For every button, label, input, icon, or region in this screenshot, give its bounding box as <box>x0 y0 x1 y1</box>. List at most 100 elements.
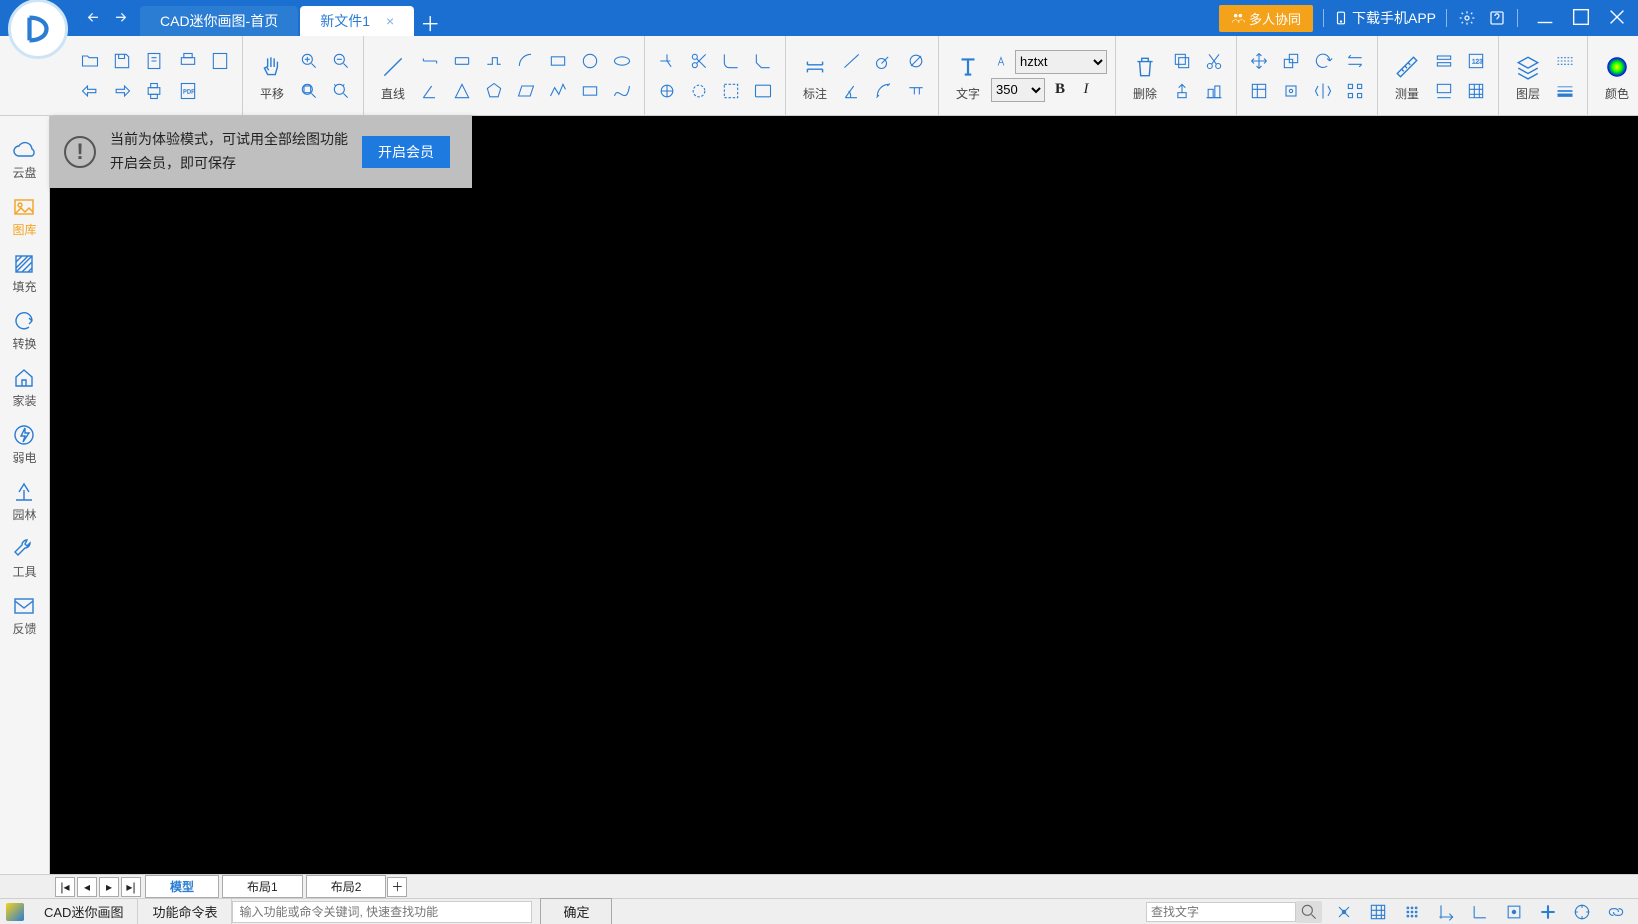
ortho-icon[interactable] <box>1434 900 1458 924</box>
sidebar-item-hatch[interactable]: 填充 <box>12 252 36 295</box>
pentagon-icon[interactable] <box>480 77 508 105</box>
parallelogram-icon[interactable] <box>512 77 540 105</box>
polyline-icon[interactable] <box>544 77 572 105</box>
lineweight-icon[interactable] <box>1551 77 1579 105</box>
sidebar-item-power[interactable]: 弱电 <box>12 423 36 466</box>
dim-angular-icon[interactable] <box>838 77 866 105</box>
command-input[interactable] <box>232 901 532 923</box>
rect2-icon[interactable] <box>576 77 604 105</box>
text-button[interactable]: 文字 <box>947 49 989 102</box>
sidebar-item-tools[interactable]: 工具 <box>12 537 36 580</box>
new-tab-button[interactable]: ＋ <box>416 8 444 36</box>
sidebar-item-gallery[interactable]: 图库 <box>12 195 36 238</box>
bold-button[interactable]: B <box>1049 79 1071 101</box>
export-icon[interactable] <box>108 77 136 105</box>
pdf-icon[interactable]: PDF <box>174 77 202 105</box>
target-icon[interactable] <box>1570 900 1594 924</box>
scissors-icon[interactable] <box>685 47 713 75</box>
download-app-link[interactable]: 下载手机APP <box>1334 8 1436 28</box>
circle-icon[interactable] <box>576 47 604 75</box>
tab-home[interactable]: CAD迷你画图-首页 <box>140 6 298 36</box>
sidebar-item-cloud[interactable]: 云盘 <box>12 138 36 181</box>
block-icon[interactable] <box>1245 77 1273 105</box>
rotate-icon[interactable] <box>1309 47 1337 75</box>
align-icon[interactable] <box>1200 77 1228 105</box>
chamfer-icon[interactable] <box>749 47 777 75</box>
offset2-icon[interactable] <box>1341 47 1369 75</box>
zoom-in-icon[interactable] <box>295 47 323 75</box>
layout-add-icon[interactable]: ＋ <box>387 877 407 897</box>
settings-icon[interactable] <box>1457 8 1477 28</box>
perp-icon[interactable] <box>1468 900 1492 924</box>
layout-next-icon[interactable]: ▸ <box>99 877 119 897</box>
dim-continue-icon[interactable] <box>902 77 930 105</box>
array-icon[interactable] <box>1341 77 1369 105</box>
layout-tab-2[interactable]: 布局2 <box>306 875 387 898</box>
sidebar-item-garden[interactable]: 园林 <box>12 480 36 523</box>
maximize-icon[interactable] <box>1570 6 1592 31</box>
delete-button[interactable]: 删除 <box>1124 49 1166 102</box>
collab-button[interactable]: 多人协同 <box>1219 5 1313 32</box>
table-icon[interactable] <box>1462 77 1490 105</box>
cut-icon[interactable] <box>1200 47 1228 75</box>
coord-icon[interactable]: 123 <box>1462 47 1490 75</box>
layout-last-icon[interactable]: ▸| <box>121 877 141 897</box>
line-button[interactable]: 直线 <box>372 49 414 102</box>
jpg-icon[interactable] <box>206 47 234 75</box>
color-button[interactable]: 颜色 <box>1596 49 1638 102</box>
redo-icon[interactable] <box>110 8 130 28</box>
tab-newfile[interactable]: 新文件1× <box>300 6 414 36</box>
layout-tab-1[interactable]: 布局1 <box>222 875 303 898</box>
print2-icon[interactable] <box>174 47 202 75</box>
minimize-icon[interactable] <box>1534 6 1556 31</box>
layout-prev-icon[interactable]: ◂ <box>77 877 97 897</box>
fillet-icon[interactable] <box>717 47 745 75</box>
spline-icon[interactable] <box>608 77 636 105</box>
import-icon[interactable] <box>76 77 104 105</box>
search-icon[interactable] <box>1296 901 1322 923</box>
circle-edit2-icon[interactable] <box>685 77 713 105</box>
help-icon[interactable] <box>1487 8 1507 28</box>
scale-icon[interactable] <box>1277 47 1305 75</box>
measure-button[interactable]: 测量 <box>1386 49 1428 102</box>
dim-linear-icon[interactable] <box>838 47 866 75</box>
dim-diameter-icon[interactable] <box>902 47 930 75</box>
sidebar-item-convert[interactable]: 转换 <box>12 309 36 352</box>
grid-icon[interactable] <box>1366 900 1390 924</box>
select-rect-icon[interactable] <box>717 77 745 105</box>
zoom-window-icon[interactable] <box>295 77 323 105</box>
trim-icon[interactable] <box>653 47 681 75</box>
new-icon[interactable] <box>140 47 168 75</box>
pick-icon[interactable] <box>1168 77 1196 105</box>
zoom-out-icon[interactable] <box>327 47 355 75</box>
triangle-icon[interactable] <box>448 77 476 105</box>
circle-edit-icon[interactable] <box>653 77 681 105</box>
drawing-canvas[interactable]: ! 当前为体验模式，可试用全部绘图功能 开启会员，即可保存 开启会员 <box>50 116 1638 874</box>
find-text-input[interactable] <box>1146 902 1296 922</box>
copy-icon[interactable] <box>1168 47 1196 75</box>
font-prefix-icon[interactable] <box>991 51 1011 73</box>
dim-arc-icon[interactable] <box>870 77 898 105</box>
close-icon[interactable]: × <box>386 13 394 29</box>
print-icon[interactable] <box>140 77 168 105</box>
font-select[interactable]: hztxt <box>1015 50 1107 74</box>
dimension-icon[interactable] <box>448 47 476 75</box>
layout-tab-model[interactable]: 模型 <box>145 875 219 898</box>
upgrade-button[interactable]: 开启会员 <box>362 136 450 168</box>
plus-icon[interactable] <box>1536 900 1560 924</box>
offset-icon[interactable] <box>1277 77 1305 105</box>
mirror-icon[interactable] <box>1309 77 1337 105</box>
cmd-table-link[interactable]: 功能命令表 <box>138 899 232 924</box>
move-icon[interactable] <box>1245 47 1273 75</box>
snap-icon[interactable] <box>1332 900 1356 924</box>
open-icon[interactable] <box>76 47 104 75</box>
sidebar-item-home[interactable]: 家装 <box>12 366 36 409</box>
rectangle-icon[interactable] <box>544 47 572 75</box>
size-select[interactable]: 350 <box>991 78 1045 102</box>
axis-line-icon[interactable] <box>416 47 444 75</box>
save-icon[interactable] <box>108 47 136 75</box>
angle-icon[interactable] <box>416 77 444 105</box>
dim-style-icon[interactable] <box>1430 47 1458 75</box>
layout-first-icon[interactable]: |◂ <box>55 877 75 897</box>
confirm-button[interactable]: 确定 <box>540 898 612 924</box>
